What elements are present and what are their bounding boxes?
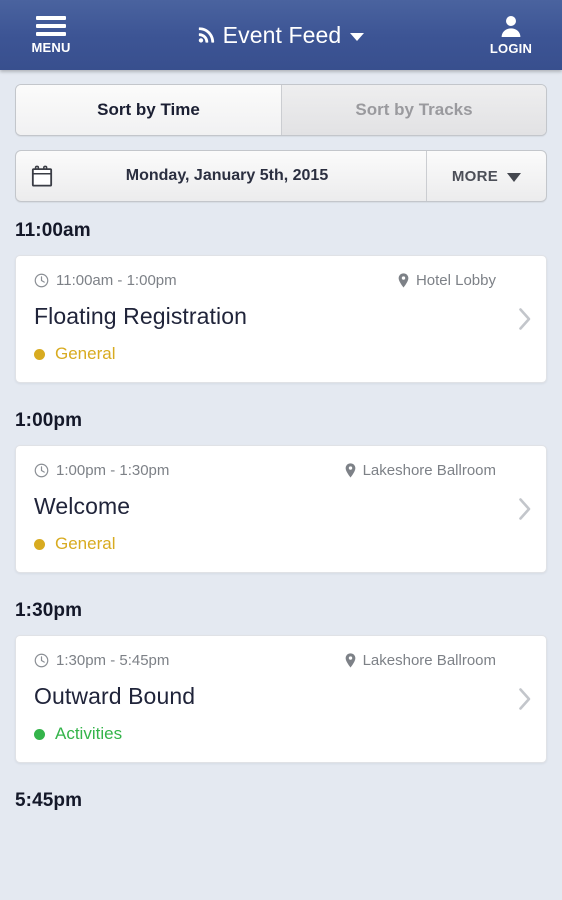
event-meta: 11:00am - 1:00pm Hotel Lobby [34, 272, 528, 289]
event-time-label: 11:00am - 1:00pm [56, 272, 177, 289]
track-label: General [55, 344, 116, 363]
hamburger-icon [36, 15, 66, 37]
event-time-label: 1:30pm - 5:45pm [56, 652, 170, 669]
event-title: Floating Registration [34, 303, 248, 329]
event-time: 1:00pm - 1:30pm [34, 462, 169, 479]
date-bar: Monday, January 5th, 2015 MORE [15, 150, 547, 202]
track-color-dot [34, 538, 45, 550]
event-track: General [34, 534, 528, 554]
chevron-right-icon [519, 498, 531, 520]
rss-icon [198, 27, 214, 43]
track-label: Activities [55, 724, 123, 743]
track-color-dot [34, 728, 45, 740]
time-group: 1:30pm 1:30pm - 5:45pm Lakeshore Ballroo… [15, 600, 547, 763]
event-feed-dropdown[interactable]: Event Feed [198, 22, 365, 49]
more-button[interactable]: MORE [426, 151, 546, 201]
event-time: 11:00am - 1:00pm [34, 272, 177, 289]
location-pin-icon [398, 273, 409, 288]
event-time: 1:30pm - 5:45pm [34, 652, 169, 669]
app-header: MENU Event Feed LOGIN [0, 0, 562, 70]
chevron-right-icon [519, 308, 531, 330]
caret-down-icon [350, 33, 365, 41]
event-time-label: 1:00pm - 1:30pm [56, 462, 170, 479]
clock-icon [34, 653, 49, 668]
chevron-down-icon [507, 172, 522, 182]
event-card[interactable]: 1:30pm - 5:45pm Lakeshore Ballroom Outwa… [15, 635, 547, 763]
event-location-label: Hotel Lobby [415, 272, 496, 289]
clock-icon [34, 463, 49, 478]
tab-sort-by-time[interactable]: Sort by Time [16, 85, 281, 135]
event-track: Activities [34, 724, 528, 744]
event-feed-title: Event Feed [222, 21, 342, 48]
event-card[interactable]: 1:00pm - 1:30pm Lakeshore Ballroom Welco… [15, 445, 547, 573]
event-card[interactable]: 11:00am - 1:00pm Hotel Lobby Floating Re… [15, 255, 547, 383]
person-icon [501, 16, 521, 37]
event-location: Hotel Lobby [398, 272, 528, 289]
login-button[interactable]: LOGIN [478, 14, 544, 56]
calendar-icon [31, 165, 53, 187]
page-content: Sort by Time Sort by Tracks Monday, Janu… [0, 70, 562, 812]
event-location: Lakeshore Ballroom [345, 652, 528, 669]
time-group-header: 1:30pm [15, 600, 83, 621]
event-meta: 1:00pm - 1:30pm Lakeshore Ballroom [34, 462, 528, 479]
time-group-header: 5:45pm [15, 790, 83, 811]
date-label: Monday, January 5th, 2015 [125, 167, 329, 184]
menu-button[interactable]: MENU [18, 15, 84, 55]
tab-sort-by-tracks[interactable]: Sort by Tracks [281, 85, 546, 135]
location-pin-icon [345, 463, 355, 478]
time-group: 11:00am 11:00am - 1:00pm Hotel Lobby Flo… [15, 220, 547, 383]
event-location-label: Lakeshore Ballroom [362, 462, 496, 479]
schedule-list: 11:00am 11:00am - 1:00pm Hotel Lobby Flo… [15, 220, 547, 812]
event-location-label: Lakeshore Ballroom [362, 652, 496, 669]
event-title: Outward Bound [34, 683, 196, 709]
clock-icon [34, 273, 49, 288]
time-group-header: 1:00pm [15, 410, 83, 431]
track-label: General [55, 534, 116, 553]
login-button-label: LOGIN [489, 41, 533, 56]
event-title: Welcome [34, 493, 131, 519]
location-pin-icon [345, 653, 355, 668]
time-group-header: 11:00am [15, 220, 91, 241]
menu-button-label: MENU [31, 40, 71, 55]
time-group: 5:45pm [15, 790, 547, 812]
event-location: Lakeshore Ballroom [345, 462, 528, 479]
chevron-right-icon [519, 688, 531, 710]
time-group: 1:00pm 1:00pm - 1:30pm Lakeshore Ballroo… [15, 410, 547, 573]
track-color-dot [34, 348, 45, 360]
event-track: General [34, 344, 528, 364]
calendar-button[interactable] [16, 151, 68, 201]
event-meta: 1:30pm - 5:45pm Lakeshore Ballroom [34, 652, 528, 669]
sort-tabs: Sort by Time Sort by Tracks [15, 84, 547, 136]
more-button-label: MORE [451, 167, 499, 185]
